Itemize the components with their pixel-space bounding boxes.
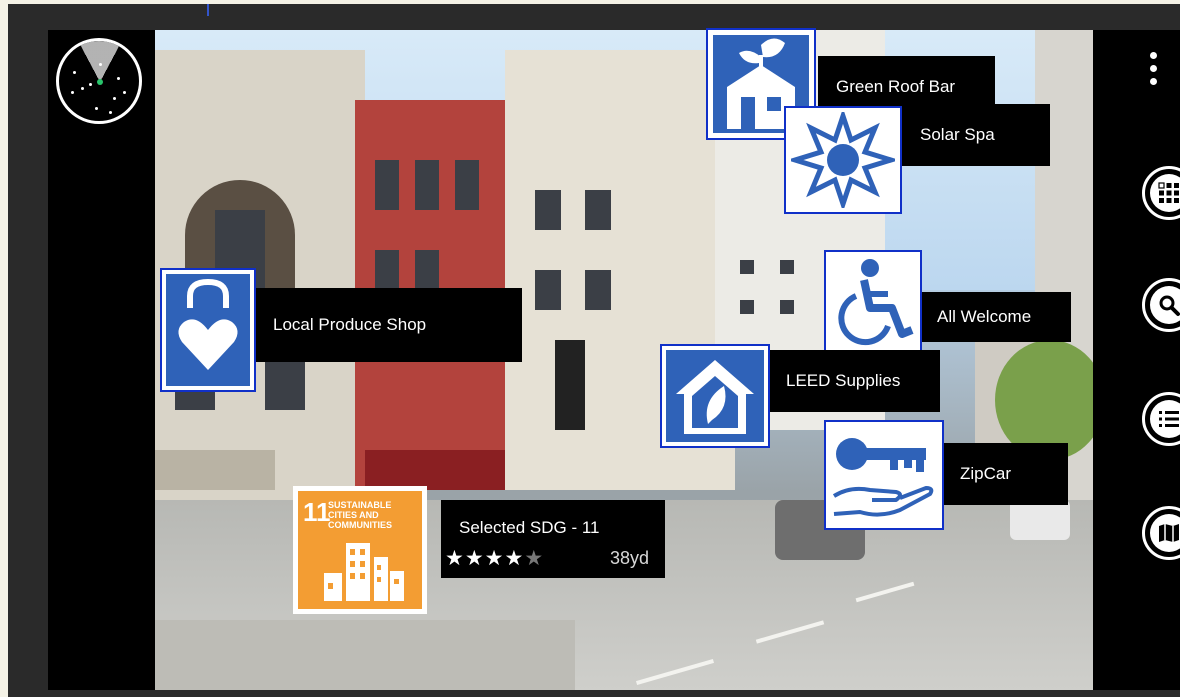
radar-icon[interactable] bbox=[56, 38, 142, 124]
rating-empty-star-icon: ★ bbox=[524, 547, 545, 570]
poi-label-solar-spa[interactable]: Solar Spa bbox=[902, 104, 1050, 166]
map-icon bbox=[1150, 514, 1180, 552]
more-vertical-icon[interactable] bbox=[1150, 52, 1157, 91]
left-sidebar bbox=[48, 30, 155, 690]
distance-readout: 38yd bbox=[609, 548, 649, 568]
selected-caption: Selected SDG - 11 bbox=[459, 518, 600, 537]
wheelchair-icon[interactable] bbox=[824, 250, 922, 354]
poi-label-local-produce-shop[interactable]: Local Produce Shop bbox=[255, 288, 522, 362]
search-button[interactable] bbox=[1142, 278, 1180, 332]
sdg-title: SUSTAINABLE CITIES AND COMMUNITIES bbox=[328, 500, 392, 530]
search-icon bbox=[1150, 286, 1180, 324]
map-button[interactable] bbox=[1142, 506, 1180, 560]
sdg-number: 11 bbox=[303, 497, 331, 527]
poi-text: Green Roof Bar bbox=[836, 77, 956, 96]
poi-text: Local Produce Shop bbox=[273, 315, 427, 334]
list-button[interactable] bbox=[1142, 392, 1180, 446]
grid-button[interactable] bbox=[1142, 166, 1180, 220]
poi-text: ZipCar bbox=[960, 464, 1012, 483]
sun-icon[interactable] bbox=[784, 106, 902, 214]
right-sidebar bbox=[1093, 30, 1180, 690]
grid-icon bbox=[1150, 174, 1180, 212]
poi-label-all-welcome[interactable]: All Welcome bbox=[919, 292, 1071, 342]
sdg-11-tile[interactable]: 11 SUSTAINABLE CITIES AND COMMUNITIES bbox=[293, 486, 427, 614]
rating-star-icon: ★★★★ bbox=[445, 547, 525, 570]
poi-text: Solar Spa bbox=[920, 125, 995, 144]
sdg-11-icon: 11 SUSTAINABLE CITIES AND COMMUNITIES bbox=[298, 491, 422, 609]
bag-heart-icon[interactable] bbox=[160, 268, 256, 392]
poi-label-leed-supplies[interactable]: LEED Supplies bbox=[768, 350, 940, 412]
house-leaf-icon[interactable] bbox=[660, 344, 770, 448]
poi-text: LEED Supplies bbox=[786, 371, 901, 390]
key-hand-icon[interactable] bbox=[824, 420, 944, 530]
list-icon bbox=[1150, 400, 1180, 438]
poi-text: All Welcome bbox=[937, 307, 1032, 326]
poi-label-zipcar[interactable]: ZipCar bbox=[942, 443, 1068, 505]
selected-sdg-card[interactable]: Selected SDG - 11 ★★★★★ 38yd bbox=[441, 500, 665, 578]
accent-line bbox=[207, 4, 209, 16]
rating-stars: ★★★★★ bbox=[445, 546, 544, 571]
